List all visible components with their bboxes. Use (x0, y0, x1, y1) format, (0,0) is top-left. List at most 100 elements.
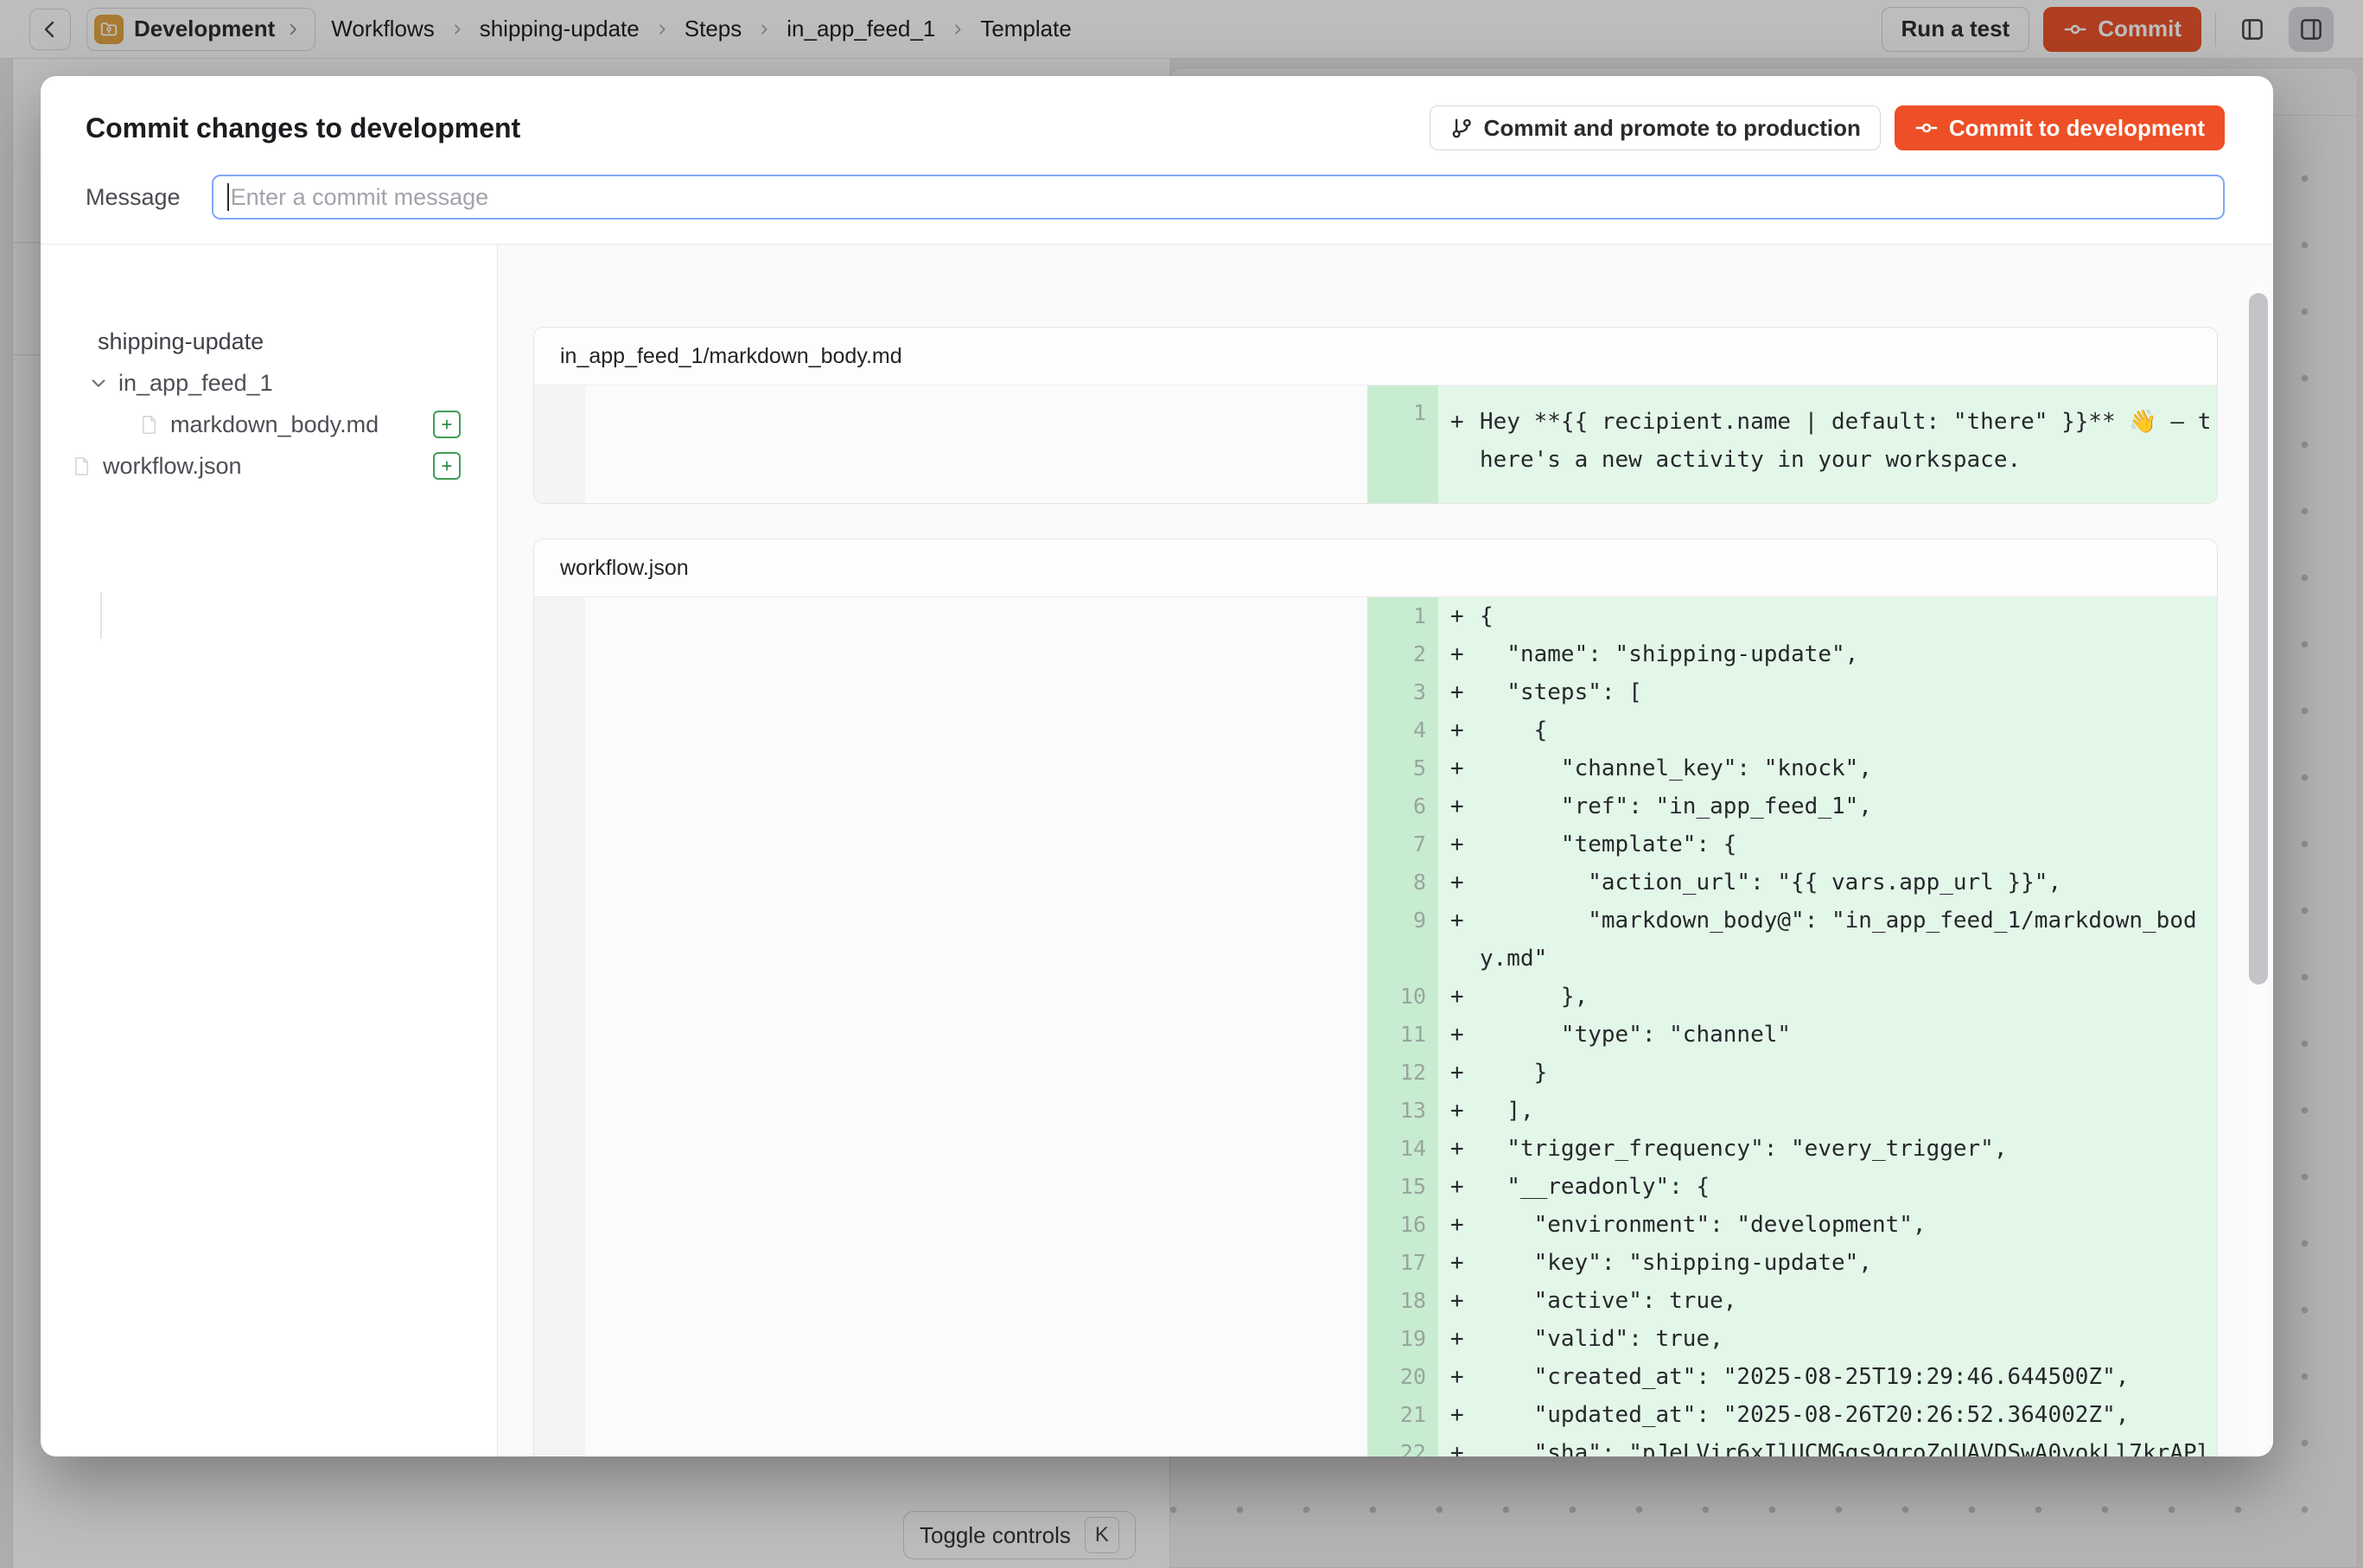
added-line-number: 2 (1367, 635, 1438, 673)
added-line-content: + "__readonly": { (1438, 1168, 2217, 1206)
old-line-gutter (534, 1054, 585, 1092)
tree-indent-guide (100, 592, 102, 639)
added-line-number: 3 (1367, 673, 1438, 711)
diff-code-text: "__readonly": { (1480, 1168, 2217, 1206)
diff-scrollbar-track[interactable] (2249, 281, 2268, 1451)
old-line-content (585, 1054, 1367, 1092)
old-line-gutter (534, 1130, 585, 1168)
tree-root-label: shipping-update (98, 328, 264, 355)
diff-plus-sign: + (1450, 711, 1480, 749)
diff-line-row: 11+ "type": "channel" (534, 1016, 2217, 1054)
diff-code-text: "template": { (1480, 825, 2217, 864)
git-branch-icon (1449, 116, 1474, 140)
added-line-number: 15 (1367, 1168, 1438, 1206)
added-line-number: 18 (1367, 1282, 1438, 1320)
old-line-content (585, 1168, 1367, 1206)
old-line-gutter (534, 1016, 585, 1054)
diff-line-row: 1+{ (534, 597, 2217, 635)
commit-message-input[interactable]: Enter a commit message (212, 175, 2225, 220)
diff-plus-sign: + (1450, 635, 1480, 673)
diff-line-row: 13+ ], (534, 1092, 2217, 1130)
old-line-gutter (534, 1434, 585, 1456)
added-line-content: + "name": "shipping-update", (1438, 635, 2217, 673)
chevron-down-icon[interactable] (89, 373, 108, 392)
old-line-content (585, 386, 1367, 503)
diff-line-row: 18+ "active": true, (534, 1282, 2217, 1320)
old-line-gutter (534, 978, 585, 1016)
diff-line-row: 15+ "__readonly": { (534, 1168, 2217, 1206)
added-line-content: + ], (1438, 1092, 2217, 1130)
commit-and-promote-button[interactable]: Commit and promote to production (1430, 105, 1881, 150)
diff-plus-sign: + (1450, 1168, 1480, 1206)
old-line-content (585, 978, 1367, 1016)
old-line-content (585, 1206, 1367, 1244)
diff-plus-sign: + (1450, 673, 1480, 711)
tree-item-step[interactable]: in_app_feed_1 (41, 362, 497, 404)
old-line-gutter (534, 1168, 585, 1206)
diff-code-text: "channel_key": "knock", (1480, 749, 2217, 787)
diff-line-row: 6+ "ref": "in_app_feed_1", (534, 787, 2217, 825)
diff-line-row: 14+ "trigger_frequency": "every_trigger"… (534, 1130, 2217, 1168)
diff-scrollbar-thumb[interactable] (2249, 293, 2268, 985)
added-line-content: + "channel_key": "knock", (1438, 749, 2217, 787)
added-line-number: 19 (1367, 1320, 1438, 1358)
diff-plus-sign: + (1450, 1358, 1480, 1396)
commit-to-development-button[interactable]: Commit to development (1895, 105, 2225, 150)
old-line-gutter (534, 597, 585, 635)
diff-plus-sign: + (1450, 1054, 1480, 1092)
old-line-content (585, 1130, 1367, 1168)
old-line-content (585, 864, 1367, 902)
old-line-gutter (534, 749, 585, 787)
added-line-number: 20 (1367, 1358, 1438, 1396)
old-line-content (585, 1016, 1367, 1054)
diff-plus-sign: + (1450, 1282, 1480, 1320)
diff-plus-sign: + (1450, 787, 1480, 825)
diff-code-text: "ref": "in_app_feed_1", (1480, 787, 2217, 825)
added-line-number: 11 (1367, 1016, 1438, 1054)
old-line-content (585, 711, 1367, 749)
tree-item-workflow-file[interactable]: workflow.json (41, 445, 497, 487)
diff-line-row: 4+ { (534, 711, 2217, 749)
commit-modal: Commit changes to development Commit and… (41, 76, 2273, 1456)
old-line-gutter (534, 1282, 585, 1320)
diff-plus-sign: + (1450, 1016, 1480, 1054)
commit-and-promote-label: Commit and promote to production (1484, 115, 1861, 142)
diff-code-text: "valid": true, (1480, 1320, 2217, 1358)
diff-panels: in_app_feed_1/markdown_body.md1+Hey **{{… (498, 245, 2273, 1456)
old-line-content (585, 1282, 1367, 1320)
old-line-content (585, 749, 1367, 787)
diff-code-text: "sha": "pJeLVir6xIlUCMGqs9qroZoUAVDSwA0y… (1480, 1434, 2217, 1456)
diff-code-text: "created_at": "2025-08-25T19:29:46.64450… (1480, 1358, 2217, 1396)
diff-code-text: ], (1480, 1092, 2217, 1130)
diff-plus-sign: + (1450, 864, 1480, 902)
added-line-content: + "type": "channel" (1438, 1016, 2217, 1054)
diff-code-text: { (1480, 597, 2217, 635)
diff-code-text: "updated_at": "2025-08-26T20:26:52.36400… (1480, 1396, 2217, 1434)
added-line-content: + "valid": true, (1438, 1320, 2217, 1358)
file-added-badge (433, 452, 461, 480)
changed-files-tree: shipping-update in_app_feed_1 markdown_b… (41, 245, 498, 1456)
diff-line-row: 21+ "updated_at": "2025-08-26T20:26:52.3… (534, 1396, 2217, 1434)
old-line-gutter (534, 902, 585, 978)
diff-line-row: 16+ "environment": "development", (534, 1206, 2217, 1244)
old-line-content (585, 1358, 1367, 1396)
old-line-content (585, 1396, 1367, 1434)
added-line-content: + "environment": "development", (1438, 1206, 2217, 1244)
tree-markdown-file-label: markdown_body.md (170, 411, 379, 438)
modal-title: Commit changes to development (86, 112, 520, 144)
diff-plus-sign: + (1450, 1244, 1480, 1282)
text-caret (227, 183, 229, 211)
old-line-content (585, 1320, 1367, 1358)
old-line-content (585, 673, 1367, 711)
added-line-content: + }, (1438, 978, 2217, 1016)
old-line-gutter (534, 787, 585, 825)
diff-line-row: 3+ "steps": [ (534, 673, 2217, 711)
diff-code-text: "type": "channel" (1480, 1016, 2217, 1054)
tree-item-workflow-root[interactable]: shipping-update (41, 321, 497, 362)
old-line-gutter (534, 1244, 585, 1282)
diff-line-row: 10+ }, (534, 978, 2217, 1016)
old-line-content (585, 902, 1367, 978)
tree-item-markdown-file[interactable]: markdown_body.md (41, 404, 497, 445)
added-line-content: + { (1438, 711, 2217, 749)
old-line-gutter (534, 1320, 585, 1358)
